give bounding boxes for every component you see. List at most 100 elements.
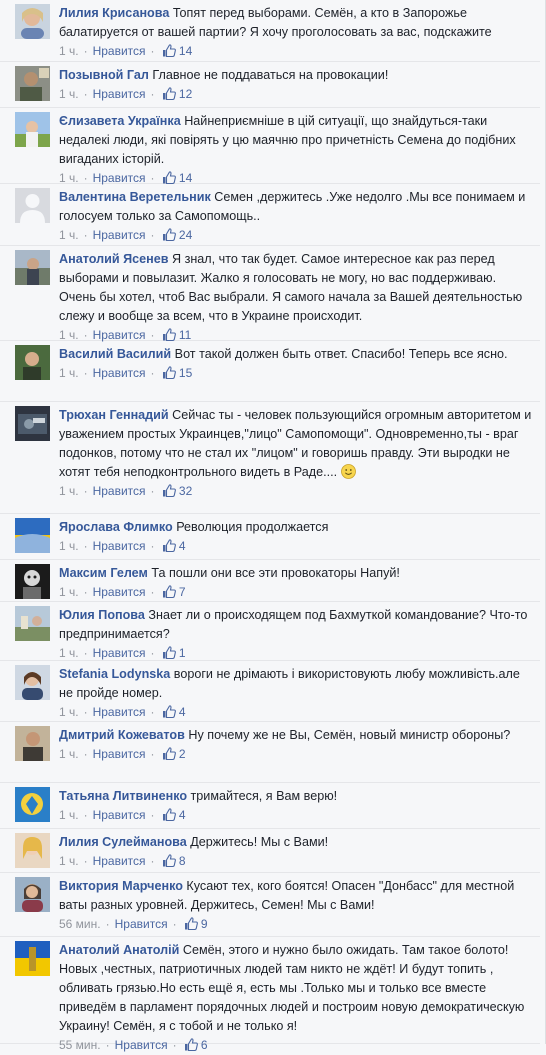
separator-dot: · (83, 228, 88, 242)
thumbs-up-icon[interactable] (162, 808, 176, 822)
like-count[interactable]: 12 (179, 87, 192, 101)
comment-author[interactable]: Єлизавета Українка (59, 114, 181, 128)
thumbs-up-icon[interactable] (162, 366, 176, 380)
like-button[interactable]: Нравится (93, 808, 146, 822)
like-count[interactable]: 8 (179, 854, 186, 868)
avatar[interactable] (15, 564, 50, 599)
comment-time[interactable]: 1 ч. (59, 484, 79, 498)
comment-time[interactable]: 1 ч. (59, 747, 79, 761)
like-count[interactable]: 32 (179, 484, 192, 498)
comment-time[interactable]: 1 ч. (59, 585, 79, 599)
avatar[interactable] (15, 188, 50, 223)
like-count[interactable]: 11 (179, 328, 191, 342)
like-button[interactable]: Нравится (93, 646, 146, 660)
thumbs-up-icon[interactable] (162, 228, 176, 242)
like-count[interactable]: 4 (179, 808, 186, 822)
comment-author[interactable]: Stefania Lodynska (59, 667, 170, 681)
comment-author[interactable]: Валентина Веретельник (59, 190, 211, 204)
like-button[interactable]: Нравится (115, 917, 168, 931)
comment-author[interactable]: Лилия Крисанова (59, 6, 169, 20)
comment-author[interactable]: Позывной Гал (59, 68, 149, 82)
comment-author[interactable]: Татьяна Литвиненко (59, 789, 187, 803)
thumbs-up-icon[interactable] (162, 539, 176, 553)
comment-time[interactable]: 1 ч. (59, 808, 79, 822)
thumbs-up-icon[interactable] (162, 484, 176, 498)
like-button[interactable]: Нравится (93, 171, 146, 185)
avatar[interactable] (15, 66, 50, 101)
like-button[interactable]: Нравится (93, 585, 146, 599)
like-button[interactable]: Нравится (93, 854, 146, 868)
like-button[interactable]: Нравится (93, 366, 146, 380)
like-count[interactable]: 4 (179, 539, 186, 553)
avatar[interactable] (15, 4, 50, 39)
avatar[interactable] (15, 941, 50, 976)
comment-time[interactable]: 55 мин. (59, 1038, 101, 1052)
thumbs-up-icon[interactable] (184, 1038, 198, 1052)
like-count[interactable]: 9 (201, 917, 208, 931)
thumbs-up-icon[interactable] (162, 646, 176, 660)
comment-author[interactable]: Лилия Сулейманова (59, 835, 187, 849)
like-count[interactable]: 24 (179, 228, 192, 242)
like-button[interactable]: Нравится (93, 484, 146, 498)
like-count[interactable]: 7 (179, 585, 186, 599)
avatar[interactable] (15, 877, 50, 912)
comment-time[interactable]: 56 мин. (59, 917, 101, 931)
avatar[interactable] (15, 833, 50, 868)
thumbs-up-icon[interactable] (162, 585, 176, 599)
comment: Виктория Марченко Кусают тех, кого боятс… (0, 873, 540, 937)
avatar[interactable] (15, 518, 50, 553)
comment-time[interactable]: 1 ч. (59, 171, 79, 185)
thumbs-up-icon[interactable] (162, 705, 176, 719)
comment-time[interactable]: 1 ч. (59, 705, 79, 719)
comment-author[interactable]: Юлия Попова (59, 608, 145, 622)
avatar[interactable] (15, 250, 50, 285)
thumbs-up-icon[interactable] (162, 44, 176, 58)
avatar[interactable] (15, 606, 50, 641)
comment-author[interactable]: Дмитрий Кожеватов (59, 728, 185, 742)
comment-time[interactable]: 1 ч. (59, 646, 79, 660)
comment-author[interactable]: Виктория Марченко (59, 879, 183, 893)
thumbs-up-icon[interactable] (162, 171, 176, 185)
like-count[interactable]: 14 (179, 44, 192, 58)
comment-time[interactable]: 1 ч. (59, 228, 79, 242)
avatar[interactable] (15, 726, 50, 761)
like-button[interactable]: Нравится (93, 705, 146, 719)
comment-author[interactable]: Василий Василий (59, 347, 171, 361)
like-button[interactable]: Нравится (93, 44, 146, 58)
avatar[interactable] (15, 112, 50, 147)
like-button[interactable]: Нравится (93, 328, 146, 342)
thumbs-up-icon[interactable] (162, 747, 176, 761)
like-button[interactable]: Нравится (93, 87, 146, 101)
comment-author[interactable]: Анатолий Анатолiй (59, 943, 179, 957)
avatar[interactable] (15, 665, 50, 700)
comment-time[interactable]: 1 ч. (59, 44, 79, 58)
avatar[interactable] (15, 406, 50, 441)
like-button[interactable]: Нравится (115, 1038, 168, 1052)
like-count[interactable]: 1 (179, 646, 186, 660)
separator-dot: · (83, 646, 88, 660)
comment-time[interactable]: 1 ч. (59, 366, 79, 380)
comment-time[interactable]: 1 ч. (59, 854, 79, 868)
comment-author[interactable]: Анатолий Ясенев (59, 252, 168, 266)
like-count[interactable]: 15 (179, 366, 192, 380)
comment-author[interactable]: Максим Гелем (59, 566, 148, 580)
comment-time[interactable]: 1 ч. (59, 87, 79, 101)
like-button[interactable]: Нравится (93, 747, 146, 761)
like-count[interactable]: 4 (179, 705, 186, 719)
like-count[interactable]: 2 (179, 747, 186, 761)
thumbs-up-icon[interactable] (184, 917, 198, 931)
like-button[interactable]: Нравится (93, 539, 146, 553)
like-button[interactable]: Нравится (93, 228, 146, 242)
like-count[interactable]: 14 (179, 171, 192, 185)
thumbs-up-icon[interactable] (162, 87, 176, 101)
comment-time[interactable]: 1 ч. (59, 328, 79, 342)
avatar[interactable] (15, 345, 50, 380)
comment-author[interactable]: Трюхан Геннадий (59, 408, 169, 422)
like-count[interactable]: 6 (201, 1038, 208, 1052)
comment-time[interactable]: 1 ч. (59, 539, 79, 553)
avatar[interactable] (15, 787, 50, 822)
comment-author[interactable]: Ярослава Флимко (59, 520, 173, 534)
separator-dot: · (150, 585, 155, 599)
thumbs-up-icon[interactable] (162, 854, 176, 868)
thumbs-up-icon[interactable] (162, 328, 176, 342)
